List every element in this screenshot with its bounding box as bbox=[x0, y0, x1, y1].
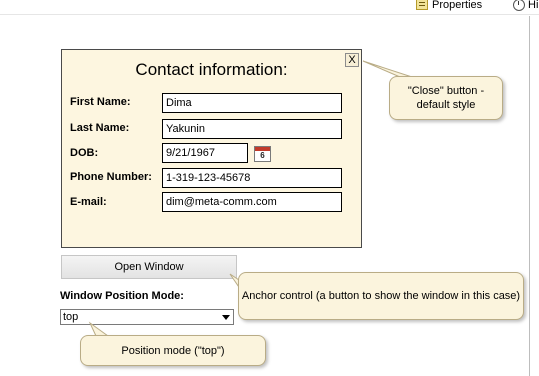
history-clock-icon bbox=[513, 0, 525, 11]
first-name-field[interactable]: Dima bbox=[162, 93, 342, 113]
contact-window: Contact information: X First Name: Dima … bbox=[61, 49, 362, 248]
properties-tab[interactable]: Properties bbox=[416, 0, 482, 12]
close-callout-text: "Close" button - default style bbox=[407, 85, 485, 111]
page-edge-divider bbox=[529, 16, 530, 376]
position-mode-select[interactable]: top bbox=[60, 309, 234, 325]
close-callout-pointer bbox=[362, 60, 413, 78]
dob-field[interactable]: 9/21/1967 bbox=[162, 143, 248, 163]
properties-icon bbox=[416, 0, 428, 10]
email-field[interactable]: dim@meta-comm.com bbox=[162, 192, 342, 212]
position-mode-callout: Position mode ("top") bbox=[80, 335, 266, 366]
chevron-down-icon bbox=[222, 315, 230, 320]
last-name-label: Last Name: bbox=[70, 122, 130, 134]
mode-callout-text: Position mode ("top") bbox=[121, 344, 225, 357]
position-mode-label: Window Position Mode: bbox=[60, 290, 184, 302]
open-window-button[interactable]: Open Window bbox=[61, 255, 237, 279]
anchor-callout-text: Anchor control (a button to show the win… bbox=[241, 290, 521, 302]
email-label: E-mail: bbox=[70, 196, 107, 208]
window-title: Contact information: bbox=[135, 60, 288, 79]
close-button-callout: "Close" button - default style bbox=[389, 76, 503, 120]
position-mode-value: top bbox=[63, 311, 79, 323]
close-button[interactable]: X bbox=[345, 53, 359, 67]
first-name-label: First Name: bbox=[70, 96, 131, 108]
dob-label: DOB: bbox=[70, 147, 99, 159]
phone-number-label: Phone Number: bbox=[70, 171, 152, 183]
top-toolbar: Properties Hi bbox=[0, 0, 539, 15]
last-name-field[interactable]: Yakunin bbox=[162, 119, 342, 139]
properties-label: Properties bbox=[432, 0, 483, 11]
history-label: Hi bbox=[528, 0, 539, 11]
calendar-icon[interactable]: 6 bbox=[254, 146, 271, 162]
history-tab[interactable]: Hi bbox=[513, 0, 538, 12]
phone-number-field[interactable]: 1-319-123-45678 bbox=[162, 168, 342, 188]
anchor-control-callout: Anchor control (a button to show the win… bbox=[238, 272, 524, 320]
calendar-day: 6 bbox=[260, 151, 265, 160]
